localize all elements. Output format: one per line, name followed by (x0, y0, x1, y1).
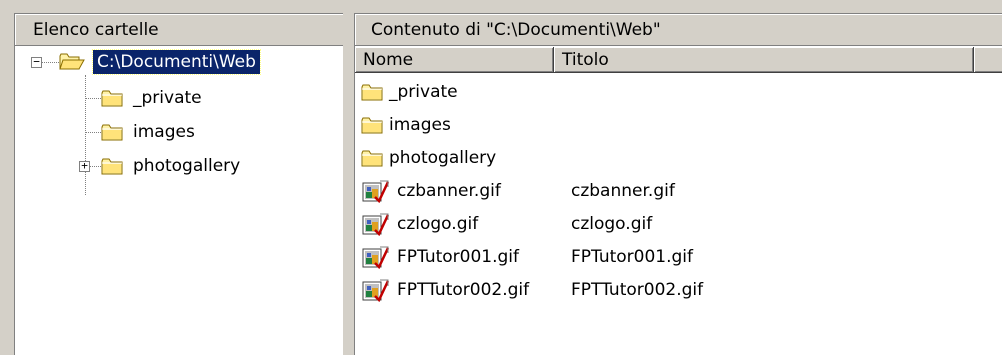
gif-image-icon (361, 278, 389, 302)
column-header-extra[interactable] (974, 47, 1002, 73)
collapse-icon[interactable]: − (31, 56, 42, 68)
tree-item-private[interactable]: _private (15, 83, 343, 113)
list-item-private[interactable]: _private (355, 76, 995, 109)
list-item-czbanner[interactable]: czbanner.gif czbanner.gif (355, 175, 995, 208)
folder-icon (101, 124, 123, 141)
list-item-name: images (389, 115, 451, 135)
tree-item-label-root[interactable]: C:\Documenti\Web (92, 49, 261, 75)
folder-icon (361, 117, 383, 134)
gif-image-icon (361, 212, 389, 236)
folder-icon (361, 84, 383, 101)
list-item-fpttutor002[interactable]: FPTTutor002.gif FPTTutor002.gif (355, 274, 995, 307)
gif-image-icon (361, 245, 389, 269)
list-item-name: photogallery (389, 148, 497, 168)
expand-icon[interactable]: + (79, 160, 90, 172)
list-item-name: FPTutor001.gif (397, 247, 520, 267)
folder-list-panel: Elenco cartelle − C:\Documenti\Web _priv… (14, 13, 343, 355)
list-item-images[interactable]: images (355, 109, 995, 142)
tree-item-root[interactable]: − C:\Documenti\Web (15, 47, 343, 77)
tree-item-label[interactable]: photogallery (129, 154, 244, 178)
folder-contents-header: Contenuto di "C:\Documenti\Web" (355, 14, 1002, 46)
list-item-title: FPTutor001.gif (571, 247, 694, 267)
column-header-bar: Nome Titolo (355, 47, 1002, 73)
folder-list-header: Elenco cartelle (15, 14, 343, 46)
list-item-czlogo[interactable]: czlogo.gif czlogo.gif (355, 208, 995, 241)
folder-icon (361, 150, 383, 167)
tree-item-label[interactable]: _private (129, 86, 206, 110)
list-item-title: czbanner.gif (571, 181, 675, 201)
list-item-fptutor001[interactable]: FPTutor001.gif FPTutor001.gif (355, 241, 995, 274)
folder-icon (101, 158, 123, 175)
folder-icon (101, 90, 123, 107)
gif-image-icon (361, 179, 389, 203)
list-item-name: _private (389, 82, 458, 102)
column-header-title[interactable]: Titolo (554, 47, 974, 73)
tree-item-images[interactable]: images (15, 117, 343, 147)
list-item-name: czbanner.gif (397, 181, 501, 201)
list-item-photogallery[interactable]: photogallery (355, 142, 995, 175)
explorer-window: Elenco cartelle − C:\Documenti\Web _priv… (0, 0, 1002, 355)
folder-contents-panel: Contenuto di "C:\Documenti\Web" Nome Tit… (354, 13, 1002, 355)
folder-tree: − C:\Documenti\Web _private images + pho… (15, 47, 343, 355)
list-item-title: FPTTutor002.gif (571, 280, 704, 300)
tree-item-photogallery[interactable]: + photogallery (15, 151, 343, 181)
column-header-name[interactable]: Nome (355, 47, 554, 73)
tree-item-label[interactable]: images (129, 120, 199, 144)
list-item-name: FPTTutor002.gif (397, 280, 530, 300)
list-item-name: czlogo.gif (397, 214, 479, 234)
open-folder-icon (59, 53, 85, 70)
list-item-title: czlogo.gif (571, 214, 653, 234)
